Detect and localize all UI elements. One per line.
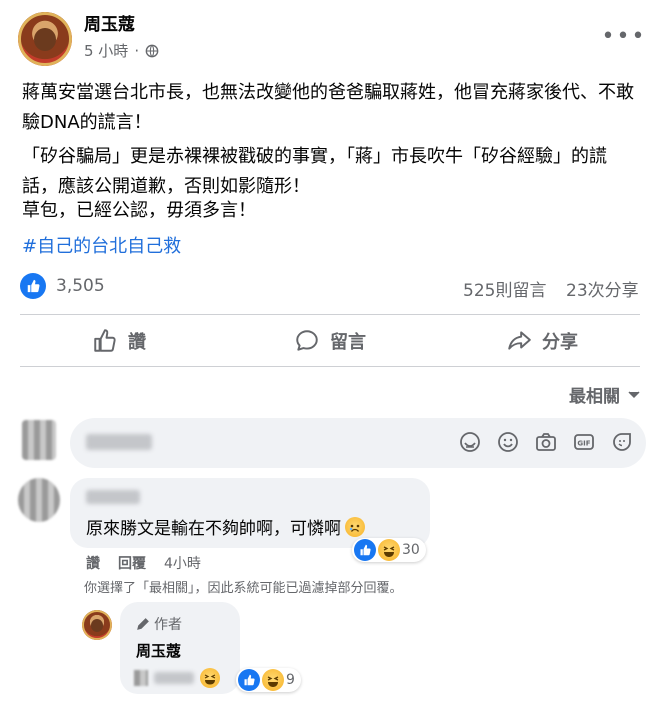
reply-text-blurred — [134, 670, 148, 686]
reply-reaction-count: 9 — [286, 672, 295, 688]
author-avatar[interactable] — [18, 12, 72, 66]
composer-tools: GIF — [458, 430, 634, 454]
camera-icon[interactable] — [534, 430, 558, 454]
comment-actions: 讚 回覆 4小時 — [86, 553, 201, 573]
comment-time[interactable]: 4小時 — [164, 553, 201, 573]
commenter-avatar[interactable] — [18, 478, 60, 522]
author-badge: 作者 — [136, 614, 182, 634]
comment-text: 原來勝文是輸在不夠帥啊，可憐啊 — [86, 514, 365, 539]
like-reaction-icon[interactable] — [20, 273, 46, 299]
comment-input-placeholder — [86, 434, 152, 450]
sticker-icon[interactable] — [458, 430, 482, 454]
comment-icon — [296, 330, 318, 351]
gif-icon[interactable]: GIF — [572, 430, 596, 454]
comment-sort-dropdown[interactable]: 最相關 — [569, 382, 640, 407]
commenter-name[interactable] — [86, 490, 140, 504]
avatar-sticker-icon[interactable] — [610, 430, 634, 454]
divider — [20, 366, 640, 367]
chevron-down-icon — [628, 390, 640, 398]
comment-like-link[interactable]: 讚 — [86, 553, 100, 573]
laughing-emoji-icon — [200, 668, 220, 688]
emoji-icon[interactable] — [496, 430, 520, 454]
like-button-label: 讚 — [128, 332, 146, 353]
like-emoji-icon — [238, 669, 260, 691]
haha-emoji-icon — [378, 539, 400, 561]
reply-text — [134, 668, 220, 688]
like-icon — [94, 329, 116, 352]
post-paragraph-1: 蔣萬安當選台北市長，也無法改變他的爸爸騙取蔣姓，他冒充蔣家後代、不敢驗DNA的謊… — [22, 82, 634, 133]
like-count[interactable]: 3,505 — [56, 276, 105, 296]
post-meta: 5 小時 · — [84, 40, 159, 61]
reply-author-name[interactable]: 周玉蔻 — [136, 640, 181, 661]
post-author-name[interactable]: 周玉蔻 — [84, 10, 135, 35]
post-time[interactable]: 5 小時 — [84, 40, 128, 61]
share-button[interactable]: 分享 — [506, 328, 578, 354]
globe-icon — [145, 44, 159, 57]
sort-label: 最相關 — [569, 387, 620, 407]
post-hashtag[interactable]: #自己的台北自己救 — [22, 232, 642, 262]
share-count[interactable]: 23次分享 — [566, 276, 639, 301]
more-options-icon[interactable]: ••• — [602, 22, 645, 50]
sad-emoji-icon — [345, 516, 365, 537]
like-emoji-icon — [354, 539, 376, 561]
haha-emoji-icon — [262, 669, 284, 691]
comment-button[interactable]: 留言 — [294, 328, 366, 354]
divider — [20, 314, 640, 315]
comment-input[interactable]: GIF — [70, 418, 646, 468]
author-badge-label: 作者 — [154, 617, 182, 633]
pencil-icon — [137, 618, 149, 630]
like-button[interactable]: 讚 — [92, 328, 146, 354]
reply-text-blurred — [154, 672, 194, 684]
comment-reactions[interactable]: 30 — [352, 538, 426, 562]
share-icon — [508, 331, 531, 350]
share-button-label: 分享 — [542, 332, 578, 353]
comment-count[interactable]: 525則留言 — [463, 276, 546, 301]
reply-reactions[interactable]: 9 — [236, 668, 301, 692]
filter-notice: 你選擇了「最相關」，因此系統可能已過濾掉部分回覆。 — [84, 581, 403, 596]
current-user-avatar[interactable] — [22, 420, 56, 460]
post-paragraph-3: 草包，已經公認，毋須多言！ — [22, 200, 256, 221]
reply-bubble: 作者 周玉蔻 — [120, 602, 240, 694]
comment-button-label: 留言 — [330, 332, 366, 353]
comment-reply-link[interactable]: 回覆 — [118, 553, 146, 573]
post-paragraph-2: 「矽谷騙局」更是赤裸裸被戳破的事實，「蔣」市長吹牛「矽谷經驗」的謊話，應該公開道… — [22, 146, 607, 197]
comment-reaction-count: 30 — [402, 542, 420, 558]
svg-text:GIF: GIF — [577, 440, 590, 448]
reply-author-avatar[interactable] — [82, 610, 112, 640]
